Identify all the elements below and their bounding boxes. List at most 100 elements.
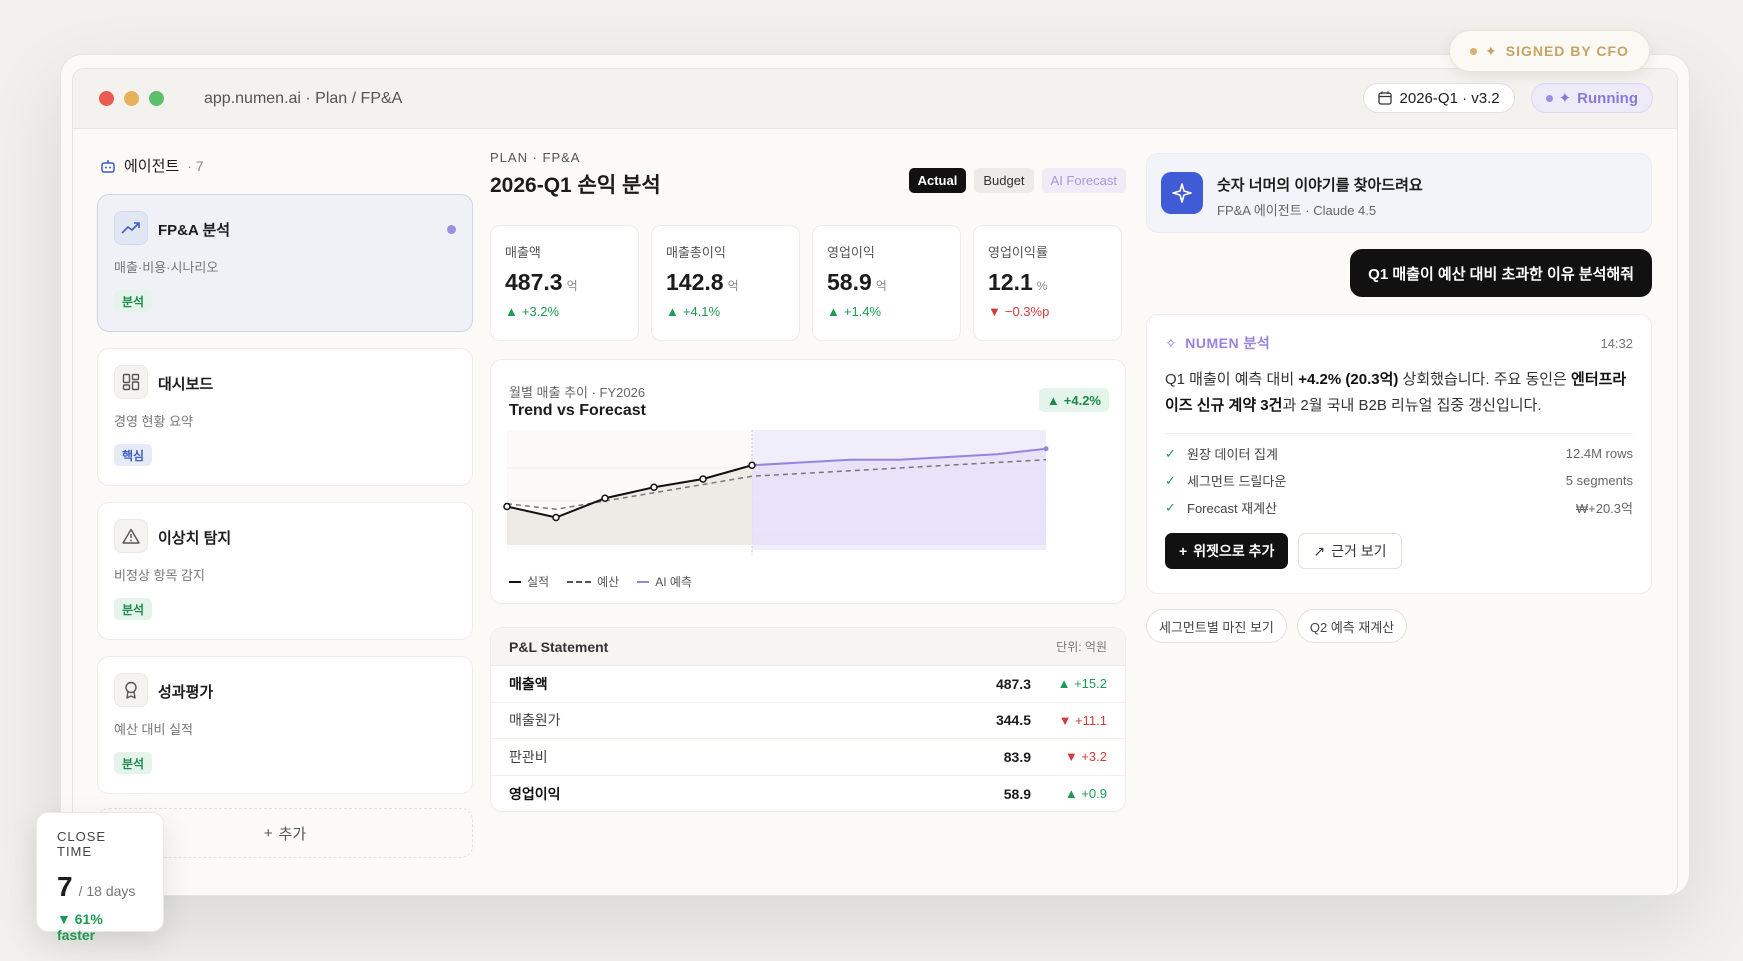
plus-icon: + — [263, 824, 273, 842]
sparkle-icon: ✦ — [1558, 90, 1572, 107]
agent-desc: 경영 현황 요약 — [114, 414, 193, 429]
up-arrow-icon: ▲ — [505, 304, 518, 319]
pl-unit: 단위: 억원 — [1056, 640, 1107, 654]
agent-card-dashboard[interactable]: 대시보드 경영 현황 요약 핵심 — [97, 348, 473, 486]
brand-label: NUMEN 분석 — [1185, 335, 1271, 351]
suggestion-chips: 세그먼트별 마진 보기 Q2 예측 재계산 — [1146, 609, 1408, 643]
answer-highlight: +4.2% (20.3억) — [1298, 371, 1399, 388]
down-arrow-icon: ▼ — [988, 304, 1001, 319]
agent-card-anomaly[interactable]: 이상치 탐지 비정상 항목 감지 분석 — [97, 502, 473, 640]
close-time-value: 7 — [57, 871, 73, 902]
signed-badge: ✦ SIGNED BY CFO — [1449, 30, 1650, 72]
row-change: ▼ +11.1 — [1031, 713, 1107, 728]
check-value: 5 segments — [1565, 473, 1633, 488]
warning-icon — [114, 519, 148, 553]
check-item: ✓ 원장 데이터 집계 12.4M rows — [1165, 440, 1633, 467]
dashboard-icon — [114, 365, 148, 399]
table-row[interactable]: 영업이익 58.9 ▲ +0.9 — [491, 776, 1125, 812]
badge-dot-icon — [1470, 47, 1477, 55]
kpi-label: 매출총이익 — [666, 245, 726, 260]
view-evidence-button[interactable]: ↗ 근거 보기 — [1298, 533, 1402, 569]
kpi-label: 영업이익 — [827, 245, 875, 260]
kpi-label: 영업이익률 — [988, 245, 1048, 260]
chart-subtitle: 월별 매출 추이 · FY2026 — [509, 385, 646, 400]
answer-text-part: 상회했습니다. 주요 동인은 — [1398, 371, 1572, 388]
ai-forecast-point — [1043, 446, 1049, 452]
robot-icon — [101, 159, 115, 173]
active-indicator — [447, 225, 456, 234]
suggestion-chip[interactable]: Q2 예측 재계산 — [1296, 609, 1408, 643]
row-value: 344.5 — [995, 712, 1031, 729]
sparkle-icon: ✦ — [1485, 42, 1498, 59]
suggestion-chip[interactable]: 세그먼트별 마진 보기 — [1146, 609, 1287, 643]
toggle-ai-forecast[interactable]: AI Forecast — [1041, 168, 1126, 193]
agent-card-performance[interactable]: 성과평가 예산 대비 실적 분석 — [97, 656, 473, 794]
divider — [1165, 433, 1633, 434]
toggle-actual[interactable]: Actual — [908, 168, 967, 193]
minimize-window-button[interactable] — [124, 91, 139, 106]
kpi-delta: +3.2% — [521, 304, 560, 319]
legend-label: 실적 — [527, 575, 550, 589]
kpi-unit: 억 — [727, 279, 739, 293]
close-window-button[interactable] — [99, 91, 114, 106]
answer-time: 14:32 — [1600, 335, 1633, 351]
close-time-card: CLOSE TIME 7 / 18 days ▼ 61% faster — [36, 812, 164, 943]
chart-legend: 실적 예산 AI 예측 — [509, 573, 692, 590]
pl-title: P&L Statement — [509, 638, 609, 655]
assistant-hero: 숫자 너머의 이야기를 찾아드려요 FP&A 에이전트 · Claude 4.5 — [1146, 153, 1652, 233]
period-label: 2026-Q1 · v3.2 — [1399, 89, 1500, 107]
row-change: ▲ +15.2 — [1031, 676, 1107, 691]
period-selector[interactable]: 2026-Q1 · v3.2 — [1362, 83, 1515, 113]
toggle-budget[interactable]: Budget — [974, 168, 1034, 193]
trend-icon — [114, 211, 148, 245]
table-row[interactable]: 매출원가 344.5 ▼ +11.1 — [491, 703, 1125, 739]
agent-card-fpa[interactable]: FP&A 분석 매출·비용·시나리오 분석 — [97, 194, 473, 332]
plus-icon: + — [1179, 543, 1188, 559]
legend-ai: AI 예측 — [637, 573, 692, 590]
kpi-value: 142.8 — [666, 269, 724, 295]
signed-label: SIGNED BY CFO — [1505, 43, 1629, 59]
user-message: Q1 매출이 예산 대비 초과한 이유 분석해줘 — [1350, 249, 1652, 297]
check-icon: ✓ — [1165, 472, 1176, 488]
table-row[interactable]: 판관비 83.9 ▼ +3.2 — [491, 739, 1125, 776]
kpi-card-revenue[interactable]: 매출액 487.3 억 ▲ +3.2% — [490, 225, 639, 341]
agent-desc: 매출·비용·시나리오 — [114, 260, 219, 275]
evidence-label: 근거 보기 — [1331, 543, 1387, 559]
agent-tag: 핵심 — [114, 444, 153, 466]
agent-tag: 분석 — [114, 290, 153, 312]
calendar-icon — [1377, 91, 1392, 105]
ai-line-icon — [637, 580, 650, 583]
row-name: 판관비 — [509, 748, 548, 765]
row-change-value: +15.2 — [1074, 676, 1107, 692]
legend-label: 예산 — [597, 575, 620, 589]
kpi-card-operating-income[interactable]: 영업이익 58.9 억 ▲ +1.4% — [812, 225, 961, 341]
check-value: ₩+20.3억 — [1575, 501, 1633, 516]
row-value: 83.9 — [1003, 748, 1031, 765]
agent-name: 대시보드 — [158, 376, 214, 393]
kpi-card-operating-margin[interactable]: 영업이익률 12.1% ▼ −0.3%p — [973, 225, 1122, 341]
maximize-window-button[interactable] — [149, 91, 164, 106]
assistant-answer: ✧ NUMEN 분석 14:32 Q1 매출이 예측 대비 +4.2% (20.3… — [1146, 314, 1652, 594]
row-change-value: +11.1 — [1075, 712, 1107, 728]
up-arrow-icon: ▲ — [1057, 676, 1075, 692]
row-change: ▼ +3.2 — [1031, 749, 1107, 764]
add-widget-button[interactable]: + 위젯으로 추가 — [1165, 533, 1289, 569]
agent-tag: 분석 — [114, 752, 153, 774]
trend-chart-card: 월별 매출 추이 · FY2026 Trend vs Forecast ▲ +4.… — [490, 359, 1126, 604]
row-value: 487.3 — [995, 675, 1031, 692]
agent-name: 성과평가 — [158, 684, 214, 701]
down-arrow-icon: ▼ — [57, 911, 75, 927]
check-label: 세그먼트 드릴다운 — [1187, 474, 1287, 489]
legend-budget: 예산 — [567, 573, 619, 590]
hero-subtitle: FP&A 에이전트 · Claude 4.5 — [1217, 203, 1377, 218]
check-label: Forecast 재계산 — [1187, 501, 1278, 516]
legend-label: AI 예측 — [655, 575, 692, 589]
close-time-total: / 18 days — [78, 883, 136, 899]
trend-chart — [503, 430, 1049, 555]
agent-tag: 분석 — [114, 598, 153, 620]
table-row[interactable]: 매출액 487.3 ▲ +15.2 — [491, 666, 1125, 703]
kpi-card-gross-profit[interactable]: 매출총이익 142.8 억 ▲ +4.1% — [651, 225, 800, 341]
solid-line-icon — [509, 580, 521, 583]
kpi-label: 매출액 — [505, 245, 541, 260]
row-change-value: +0.9 — [1081, 786, 1107, 802]
